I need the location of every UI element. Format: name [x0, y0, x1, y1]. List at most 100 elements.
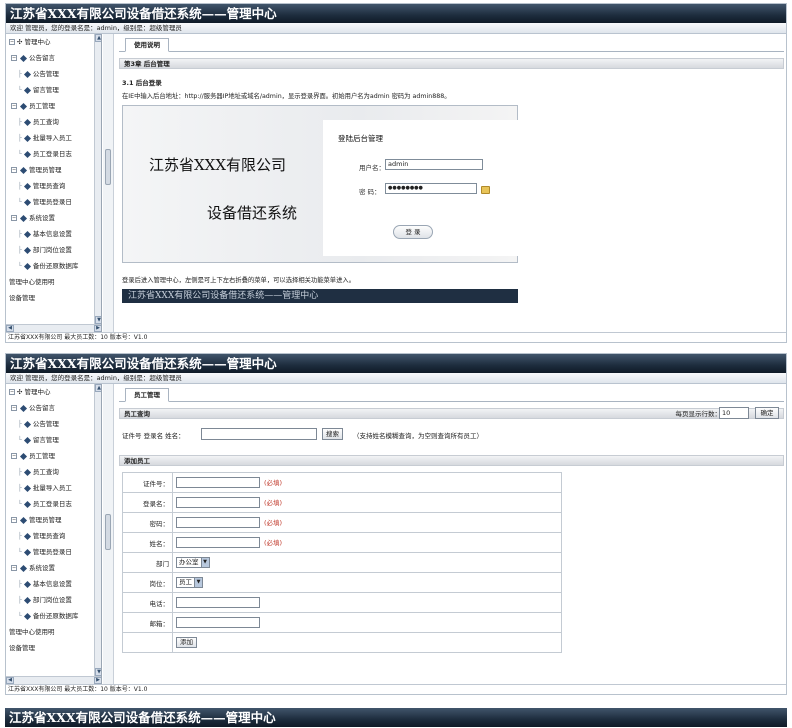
collapse-icon[interactable]: − — [11, 167, 17, 173]
form-row: 证件号： (必填) — [122, 472, 562, 493]
sidebar-item-admins[interactable]: − 管理员管理 — [6, 162, 101, 178]
scroll-left-icon[interactable]: ◀ — [6, 325, 14, 332]
phone-input[interactable] — [176, 597, 260, 608]
sidebar-menu: − ✣ 管理中心 − 公告留言 ├ 公告管理 └ 留言管理 − 员工管理 ├ 员工查询 ├ 批… — [6, 34, 102, 332]
sidebar-item-dept-settings[interactable]: ├ 部门岗位设置 — [6, 242, 101, 258]
sidebar-item-backup[interactable]: └ 备份还原数据库 — [6, 258, 101, 274]
sidebar-item-admin-query[interactable]: ├ 管理员查询 — [6, 528, 101, 544]
sidebar-item-staff[interactable]: − 员工管理 — [6, 98, 101, 114]
login-name-input[interactable] — [176, 497, 260, 509]
id-input[interactable] — [176, 477, 260, 489]
collapse-icon[interactable]: − — [11, 453, 17, 459]
status-footer: 江苏省XXX有限公司 最大员工数：10 版本号：V1.0 — [6, 332, 786, 342]
sidebar-item-message-manage[interactable]: └ 留言管理 — [6, 82, 101, 98]
sidebar-item-staff-query[interactable]: ├ 员工查询 — [6, 464, 101, 480]
sidebar-item-settings[interactable]: − 系统设置 — [6, 210, 101, 226]
sidebar-item-admin-center[interactable]: − ✣ 管理中心 — [6, 34, 101, 50]
sidebar-item-settings[interactable]: − 系统设置 — [6, 560, 101, 576]
sidebar-item-admin-log[interactable]: └ 管理员登录日 — [6, 194, 101, 210]
collapse-icon[interactable]: − — [11, 55, 17, 61]
tab-usage[interactable]: 使用说明 — [125, 38, 169, 52]
dept-select[interactable]: 办公室 ▼ — [176, 557, 210, 568]
sidebar-item-label: 员工查询 — [32, 468, 59, 476]
sidebar-item-label: 公告留言 — [29, 54, 55, 62]
scroll-right-icon[interactable]: ▶ — [94, 677, 101, 684]
scroll-right-icon[interactable]: ▶ — [94, 325, 101, 332]
section-heading: 3.1 后台登录 — [122, 79, 162, 87]
sidebar-item-device[interactable]: 设备管理 — [6, 290, 101, 306]
sidebar-item-dept-settings[interactable]: ├ 部门岗位设置 — [6, 592, 101, 608]
password-label: 密码： — [122, 512, 173, 533]
sidebar-horizontal-scrollbar[interactable]: ◀ ▶ — [6, 676, 101, 684]
scroll-down-icon[interactable]: ▼ — [95, 316, 101, 324]
required-note: (必填) — [264, 478, 283, 487]
sidebar-item-staff-import[interactable]: ├ 批量导入员工 — [6, 130, 101, 146]
scroll-left-icon[interactable]: ◀ — [6, 677, 14, 684]
search-input[interactable] — [201, 428, 317, 440]
screenshot-usage: 江苏省XXX有限公司设备借还系统——管理中心 欢迎 管理员，您的登录名是：adm… — [5, 3, 787, 343]
system-name: 设备借还系统 — [207, 204, 298, 222]
sidebar-item-admins[interactable]: − 管理员管理 — [6, 512, 101, 528]
tab-strip: 员工管理 — [119, 388, 784, 402]
sidebar-item-device[interactable]: 设备管理 — [6, 640, 101, 656]
sidebar-horizontal-scrollbar[interactable]: ◀ ▶ — [6, 324, 101, 332]
scroll-up-icon[interactable]: ▲ — [95, 34, 101, 42]
sidebar-item-basic-settings[interactable]: ├ 基本信息设置 — [6, 576, 101, 592]
chevron-down-icon[interactable]: ▼ — [194, 578, 202, 587]
sidebar-item-label: 批量导入员工 — [32, 484, 72, 492]
sidebar-item-staff-import[interactable]: ├ 批量导入员工 — [6, 480, 101, 496]
sidebar-splitter[interactable] — [103, 34, 114, 332]
sidebar-item-usage[interactable]: 管理中心使用明 — [6, 274, 101, 290]
diamond-icon — [19, 166, 28, 174]
splitter-handle[interactable] — [105, 514, 111, 550]
search-button[interactable]: 搜索 — [322, 428, 343, 440]
search-row: 证件号 登录名 姓名： 搜索 （支持姓名模糊查询，为空则查询所有员工） — [119, 425, 784, 447]
collapse-icon[interactable]: − — [11, 565, 17, 571]
splitter-handle[interactable] — [105, 149, 111, 185]
add-staff-form: 证件号： (必填) 登录名： (必填) 密码： (必填) 姓名： (必填) 部门 办公室 ▼… — [122, 472, 562, 653]
search-label: 证件号 登录名 姓名： — [122, 432, 185, 440]
diamond-icon — [23, 262, 31, 270]
sidebar-item-message-manage[interactable]: └ 留言管理 — [6, 432, 101, 448]
tab-staff-manage[interactable]: 员工管理 — [125, 388, 169, 402]
sidebar-item-admin-center[interactable]: − ✣ 管理中心 — [6, 384, 101, 400]
sidebar-item-label: 管理中心使用明 — [9, 278, 55, 286]
sidebar-item-bulletin[interactable]: − 公告留言 — [6, 400, 101, 416]
password-input[interactable] — [176, 517, 260, 529]
sidebar-item-admin-query[interactable]: ├ 管理员查询 — [6, 178, 101, 194]
login-screenshot-image: 江苏省XXX有限公司 设备借还系统 登陆后台管理 用户名： admin 密 码：… — [122, 105, 519, 263]
sidebar-item-staff-log[interactable]: └ 员工登录日志 — [6, 146, 101, 162]
scroll-up-icon[interactable]: ▲ — [95, 384, 101, 392]
confirm-button[interactable]: 确定 — [755, 407, 779, 419]
sidebar-item-notice-manage[interactable]: ├ 公告管理 — [6, 416, 101, 432]
sidebar-item-basic-settings[interactable]: ├ 基本信息设置 — [6, 226, 101, 242]
sidebar-item-usage[interactable]: 管理中心使用明 — [6, 624, 101, 640]
sidebar-item-backup[interactable]: └ 备份还原数据库 — [6, 608, 101, 624]
email-input[interactable] — [176, 617, 260, 628]
collapse-icon[interactable]: − — [9, 39, 15, 45]
scroll-down-icon[interactable]: ▼ — [95, 668, 101, 676]
password-label: 密 码： — [359, 188, 381, 196]
sidebar-item-staff-log[interactable]: └ 员工登录日志 — [6, 496, 101, 512]
password-field: ●●●●●●●● — [385, 183, 477, 194]
diamond-icon — [23, 150, 31, 158]
collapse-icon[interactable]: − — [11, 103, 17, 109]
collapse-icon[interactable]: − — [11, 517, 17, 523]
sidebar-item-bulletin[interactable]: − 公告留言 — [6, 50, 101, 66]
sidebar-item-admin-log[interactable]: └ 管理员登录日 — [6, 544, 101, 560]
post-select[interactable]: 员工 ▼ — [176, 577, 203, 588]
sidebar-item-label: 管理员管理 — [29, 516, 62, 524]
rows-per-page-input[interactable]: 10 — [719, 407, 749, 419]
collapse-icon[interactable]: − — [9, 389, 15, 395]
sidebar-vertical-scrollbar[interactable]: ▲ ▼ — [94, 34, 101, 324]
name-input[interactable] — [176, 537, 260, 549]
sidebar-splitter[interactable] — [103, 384, 114, 684]
collapse-icon[interactable]: − — [11, 405, 17, 411]
add-button[interactable]: 添加 — [176, 637, 197, 648]
collapse-icon[interactable]: − — [11, 215, 17, 221]
sidebar-vertical-scrollbar[interactable]: ▲ ▼ — [94, 384, 101, 676]
sidebar-item-staff-query[interactable]: ├ 员工查询 — [6, 114, 101, 130]
chevron-down-icon[interactable]: ▼ — [200, 558, 209, 567]
sidebar-item-notice-manage[interactable]: ├ 公告管理 — [6, 66, 101, 82]
sidebar-item-staff[interactable]: − 员工管理 — [6, 448, 101, 464]
